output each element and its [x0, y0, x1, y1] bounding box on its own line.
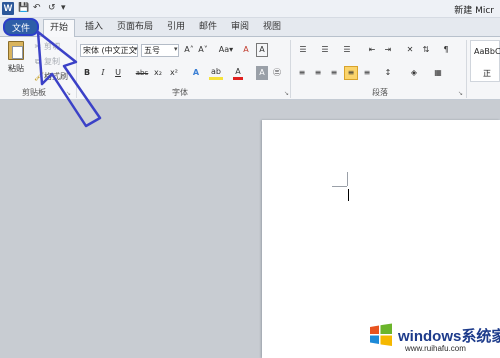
highlight-button[interactable]: ab	[209, 66, 223, 80]
windows-logo-icon	[370, 323, 392, 346]
title-bar	[0, 0, 500, 18]
strikethrough-button[interactable]: abc	[135, 66, 149, 80]
numbering-icon[interactable]: ☰	[318, 43, 332, 57]
text-effects-button[interactable]: A	[190, 66, 202, 80]
font-color-button[interactable]: A	[233, 66, 243, 80]
window-title: 新建 Micr	[454, 6, 494, 16]
paste-button[interactable]: 粘贴	[4, 62, 28, 76]
text-cursor	[348, 189, 349, 201]
grow-font-button[interactable]: A˄	[183, 43, 195, 57]
margin-corner-mark	[332, 186, 347, 187]
font-launcher-icon[interactable]: ↘	[284, 90, 289, 97]
chevron-down-icon[interactable]: ▾	[174, 45, 178, 53]
line-spacing-icon[interactable]: ↕	[380, 66, 396, 80]
watermark-site: www.ruihafu.com	[405, 344, 466, 353]
char-border-button[interactable]: A	[256, 43, 268, 57]
redo-icon[interactable]: ↺	[48, 2, 56, 15]
clear-format-button[interactable]: A	[240, 43, 252, 57]
tab-view[interactable]: 视图	[258, 19, 286, 37]
align-left-icon[interactable]: ≡	[296, 66, 308, 80]
decrease-indent-icon[interactable]: ⇤	[366, 43, 378, 57]
tab-review[interactable]: 审阅	[226, 19, 254, 37]
justify-icon[interactable]: ≡	[344, 66, 358, 80]
paste-icon[interactable]	[8, 41, 24, 60]
annotation-arrow-icon	[36, 30, 102, 128]
style-name-normal[interactable]: 正	[483, 68, 491, 79]
group-separator	[466, 40, 467, 98]
paragraph-group-label: 段落	[372, 88, 388, 97]
align-center-icon[interactable]: ≡	[312, 66, 324, 80]
shading-icon[interactable]: ◈	[406, 66, 422, 80]
borders-icon[interactable]: ▦	[430, 66, 446, 80]
enclose-char-button[interactable]: ㊂	[271, 66, 283, 80]
subscript-button[interactable]: x₂	[152, 66, 164, 80]
watermark-brand: windows系统家园	[398, 328, 500, 345]
group-separator	[290, 40, 291, 98]
align-right-icon[interactable]: ≡	[328, 66, 340, 80]
chinese-layout-icon[interactable]: ✕	[404, 43, 416, 57]
tab-references[interactable]: 引用	[162, 19, 190, 37]
char-shading-button[interactable]: A	[256, 66, 268, 80]
bullets-icon[interactable]: ☰	[296, 43, 310, 57]
customize-qat-icon[interactable]: ▾	[61, 2, 66, 15]
tab-layout[interactable]: 页面布局	[112, 19, 158, 37]
margin-corner-mark	[347, 172, 348, 186]
paragraph-launcher-icon[interactable]: ↘	[458, 90, 463, 97]
shrink-font-button[interactable]: A˅	[197, 43, 209, 57]
style-preview[interactable]: AaBbC	[474, 47, 500, 56]
distributed-icon[interactable]: ≡	[361, 66, 373, 80]
multilevel-list-icon[interactable]: ☰	[340, 43, 354, 57]
word-logo-icon[interactable]: W	[2, 2, 14, 15]
superscript-button[interactable]: x²	[168, 66, 180, 80]
underline-button[interactable]: U	[113, 66, 123, 80]
show-marks-icon[interactable]: ¶	[440, 43, 452, 57]
sort-icon[interactable]: ⇅	[420, 43, 432, 57]
chevron-down-icon[interactable]: ▾	[134, 45, 138, 53]
tab-mailings[interactable]: 邮件	[194, 19, 222, 37]
undo-icon[interactable]: ↶	[33, 2, 41, 15]
change-case-button[interactable]: Aa▾	[216, 43, 236, 57]
increase-indent-icon[interactable]: ⇥	[382, 43, 394, 57]
font-group-label: 字体	[172, 88, 188, 97]
save-icon[interactable]: 💾	[18, 2, 29, 15]
